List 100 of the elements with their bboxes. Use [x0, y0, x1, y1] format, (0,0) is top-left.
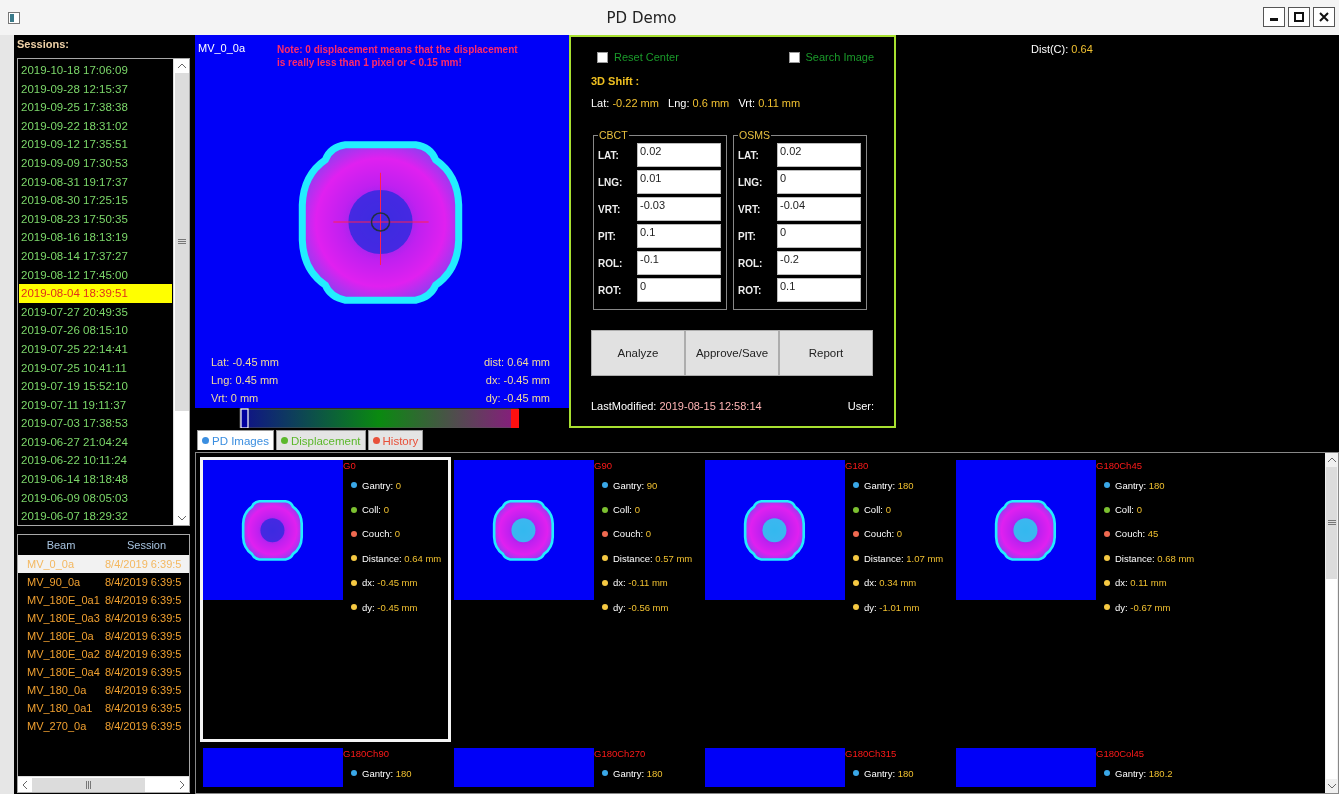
- scrollbar[interactable]: [18, 776, 189, 792]
- beam-row[interactable]: MV_270_0a 8/4/2019 6:39:5: [18, 717, 189, 735]
- session-item[interactable]: 2019-06-27 21:04:24: [19, 432, 172, 452]
- user-label: User:: [847, 400, 874, 412]
- session-item[interactable]: 2019-08-30 17:25:15: [19, 191, 172, 210]
- scrollbar[interactable]: [173, 59, 189, 525]
- session-item[interactable]: 2019-09-28 12:15:37: [19, 79, 172, 99]
- minimize-button[interactable]: [1263, 7, 1285, 27]
- beam-row[interactable]: MV_180E_0a1 8/4/2019 6:39:5: [18, 591, 189, 609]
- table-cell-text: MV_180E_0a1: [26, 594, 101, 606]
- detail-text: Gantry: 180: [362, 767, 412, 779]
- detail-text: dx: -0.11 mm: [613, 577, 668, 589]
- session-item[interactable]: 2019-09-22 18:31:02: [19, 116, 172, 136]
- app-icon: [8, 11, 20, 24]
- thumbnail-card[interactable]: G0 Gantry: 0 Coll: 0 Couch: 0 Distance: 0.64 mm dx: -0.45 mm dy: -0.45 mm: [200, 457, 451, 742]
- session-item[interactable]: 2019-08-16 18:13:19: [19, 228, 172, 247]
- session-item[interactable]: 2019-06-14 18:18:48: [19, 470, 172, 489]
- input-field[interactable]: -0.04: [777, 197, 861, 221]
- beam-row[interactable]: MV_180_0a1 8/4/2019 6:39:5: [18, 699, 189, 717]
- session-item[interactable]: 2019-07-26 08:15:10: [19, 321, 172, 340]
- table-cell-text: 8/4/2019 6:39:5: [104, 720, 183, 732]
- session-item[interactable]: 2019-09-25 17:38:38: [19, 98, 172, 117]
- field-label: LAT:: [738, 149, 760, 161]
- field-label: VRT:: [598, 203, 622, 215]
- session-item[interactable]: 2019-07-03 17:38:53: [19, 414, 172, 433]
- maximize-button[interactable]: [1288, 7, 1310, 27]
- column-header[interactable]: Beam: [18, 539, 104, 551]
- field-label: ROT:: [598, 284, 623, 296]
- tab[interactable]: PD Images: [197, 430, 274, 450]
- table-cell-text: MV_180E_0a: [26, 630, 95, 642]
- thumbnail-title: G90: [594, 460, 613, 473]
- session-item[interactable]: 2019-07-25 10:41:11: [19, 358, 172, 378]
- session-item[interactable]: 2019-07-25 22:14:41: [19, 339, 172, 359]
- field-label: PIT:: [598, 230, 617, 242]
- input-field[interactable]: 0: [777, 224, 861, 248]
- action-button[interactable]: Analyze: [591, 330, 685, 376]
- reading-text: dy: -0.45 mm: [485, 392, 550, 404]
- table-cell-text: 8/4/2019 6:39:5: [104, 558, 183, 570]
- input-field[interactable]: 0.1: [777, 278, 861, 302]
- beam-row[interactable]: MV_180_0a 8/4/2019 6:39:5: [18, 681, 189, 699]
- session-item[interactable]: 2019-08-04 18:39:51: [19, 284, 172, 303]
- detail-text: dy: -0.67 mm: [1115, 601, 1171, 613]
- session-item[interactable]: 2019-06-07 18:29:32: [19, 507, 172, 526]
- session-item[interactable]: 2019-08-31 19:17:37: [19, 172, 172, 192]
- session-item[interactable]: 2019-09-09 17:30:53: [19, 153, 172, 173]
- shift-values: Lat: -0.22 mm Lng: 0.6 mm Vrt: 0.11 mm: [591, 97, 802, 109]
- session-item[interactable]: 2019-08-23 17:50:35: [19, 209, 172, 229]
- detail-text: Distance: 0.68 mm: [1115, 552, 1195, 564]
- session-item[interactable]: 2019-09-12 17:35:51: [19, 135, 172, 154]
- table-cell-text: MV_180E_0a2: [26, 648, 101, 660]
- beam-row[interactable]: MV_180E_0a 8/4/2019 6:39:5: [18, 627, 189, 645]
- session-item[interactable]: 2019-08-14 17:37:27: [19, 246, 172, 266]
- field-label: ROT:: [738, 284, 763, 296]
- session-item[interactable]: 2019-07-11 19:11:37: [19, 395, 172, 415]
- detail-text: Couch: 0: [613, 528, 652, 540]
- session-item[interactable]: 2019-06-09 08:05:03: [19, 488, 172, 508]
- input-field[interactable]: 0.02: [637, 143, 721, 167]
- session-item[interactable]: 2019-06-22 10:11:24: [19, 451, 172, 471]
- action-button[interactable]: Approve/Save: [685, 330, 779, 376]
- session-item[interactable]: 2019-07-27 20:49:35: [19, 302, 172, 322]
- beam-row[interactable]: MV_90_0a 8/4/2019 6:39:5: [18, 573, 189, 591]
- input-field[interactable]: 0: [777, 170, 861, 194]
- beam-row[interactable]: MV_180E_0a4 8/4/2019 6:39:5: [18, 663, 189, 681]
- table-cell-text: 8/4/2019 6:39:5: [104, 666, 183, 678]
- field-label: ROL:: [738, 257, 764, 269]
- field-label: ROL:: [598, 257, 624, 269]
- session-item[interactable]: 2019-07-19 15:52:10: [19, 377, 172, 396]
- beam-row[interactable]: MV_180E_0a2 8/4/2019 6:39:5: [18, 645, 189, 663]
- input-field[interactable]: 0.1: [637, 224, 721, 248]
- detail-text: Gantry: 180.2: [1115, 767, 1173, 779]
- input-field[interactable]: 0.01: [637, 170, 721, 194]
- input-field[interactable]: 0: [637, 278, 721, 302]
- reading-text: Vrt: 0 mm: [211, 392, 260, 404]
- reading-text: Lat: -0.45 mm: [211, 356, 279, 368]
- scrollbar[interactable]: [1325, 453, 1338, 793]
- checkbox[interactable]: Search Image: [788, 51, 874, 63]
- detail-text: Gantry: 0: [362, 479, 402, 491]
- input-field[interactable]: -0.03: [637, 197, 721, 221]
- table-cell-text: 8/4/2019 6:39:5: [104, 702, 183, 714]
- scroll-thumb[interactable]: [174, 73, 189, 411]
- scroll-thumb[interactable]: [1326, 467, 1337, 579]
- detail-text: Coll: 0: [1115, 504, 1142, 516]
- input-field[interactable]: -0.2: [777, 251, 861, 275]
- column-header[interactable]: Session: [104, 539, 189, 551]
- grip-icon: [177, 239, 186, 245]
- thumbnail-title: G180Ch45: [1096, 460, 1143, 473]
- checkbox-box[interactable]: [597, 51, 608, 63]
- close-button[interactable]: [1313, 7, 1335, 27]
- close-icon: [1319, 12, 1329, 22]
- input-field[interactable]: 0.02: [777, 143, 861, 167]
- input-field[interactable]: -0.1: [637, 251, 721, 275]
- table-cell-text: MV_90_0a: [26, 576, 82, 588]
- checkbox[interactable]: Reset Center: [597, 51, 679, 63]
- action-button[interactable]: Report: [779, 330, 873, 376]
- checkbox-box[interactable]: [788, 51, 800, 63]
- beam-row[interactable]: MV_180E_0a3 8/4/2019 6:39:5: [18, 609, 189, 627]
- field-label: LAT:: [598, 149, 620, 161]
- session-item[interactable]: 2019-08-12 17:45:00: [19, 265, 172, 285]
- scroll-thumb[interactable]: [32, 777, 145, 792]
- session-item[interactable]: 2019-10-18 17:06:09: [19, 61, 172, 80]
